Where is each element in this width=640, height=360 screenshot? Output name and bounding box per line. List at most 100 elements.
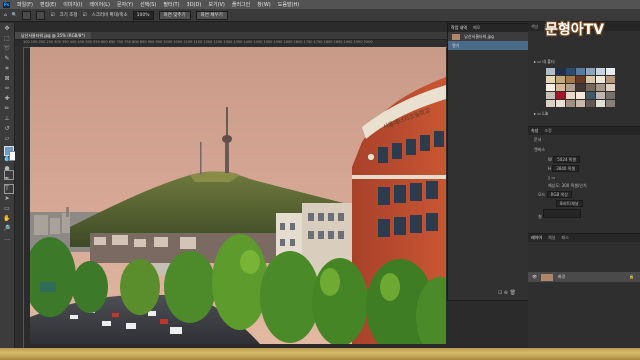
history-step-label: 열기 (452, 43, 460, 48)
tab-properties[interactable]: 속성 (531, 127, 538, 135)
move-tool-icon[interactable]: ✥ (3, 25, 11, 33)
bottom-gold-bar (0, 348, 640, 360)
swatch-folder[interactable]: ▸ ▭ 내 폴더 (528, 57, 640, 67)
marquee-tool-icon[interactable]: ⬚ (3, 35, 11, 43)
new-snapshot-icon[interactable]: ⊡ (498, 290, 502, 296)
menu-help[interactable]: 도움말(H) (278, 1, 299, 8)
canvas-width: W 5024 픽셀 (528, 155, 640, 164)
new-document-icon[interactable]: ⊕ (504, 290, 508, 296)
home-icon[interactable]: ⌂ (4, 13, 7, 18)
menu-bar: Ps 파일(F) 편집(E) 이미지(I) 레이어(L) 문자(Y) 선택(S)… (0, 0, 640, 9)
hand-tool-icon[interactable]: ✋ (3, 215, 11, 223)
swatch-library[interactable]: ▸ ▭ Lib (528, 109, 640, 118)
menu-view[interactable]: 보기(V) (208, 1, 225, 8)
mode-row: 모드 RGB 색상 (528, 190, 640, 199)
canvas-width-field[interactable]: 5024 픽셀 (553, 156, 581, 163)
fit-screen-button[interactable]: 화면 맞추기 (158, 10, 191, 20)
scrubby-zoom-checkbox[interactable]: ☑ (83, 13, 87, 18)
screen-mode-icon[interactable] (4, 184, 14, 194)
menu-image[interactable]: 이미지(I) (63, 1, 82, 8)
history-actions: ⊡ ⊕ 🗑 (498, 290, 516, 296)
brush-tool-icon[interactable]: ✏ (3, 105, 11, 113)
swatch-grid (528, 67, 640, 109)
landscape-icon[interactable]: ▭ (551, 175, 555, 180)
history-panel: 작업 내역 메모 남산서울타워.jpg 열기 ⊡ ⊕ 🗑 (447, 23, 529, 301)
path-selection-tool-icon[interactable]: ➤ (3, 195, 11, 203)
tab-channels[interactable]: 채널 (548, 234, 555, 242)
mode-label: 모드 (538, 192, 546, 197)
resize-windows-checkbox[interactable]: ☑ (50, 13, 54, 18)
menu-3d[interactable]: 3D(D) (187, 2, 202, 8)
portrait-icon[interactable]: ▯ (548, 175, 550, 180)
fill-select[interactable] (542, 209, 581, 218)
tab-paths[interactable]: 패스 (561, 234, 568, 242)
snapshot-label: 남산서울타워.jpg (464, 34, 494, 39)
vertical-ruler[interactable] (15, 47, 24, 348)
document-canvas[interactable]: 서울에너지초등학교 (30, 47, 446, 344)
menu-file[interactable]: 파일(F) (17, 1, 33, 8)
history-brush-tool-icon[interactable]: ↺ (3, 125, 11, 133)
history-step-row[interactable]: 열기 (448, 41, 528, 50)
tab-adjustments[interactable]: 조정 (544, 127, 551, 135)
menu-edit[interactable]: 편집(E) (40, 1, 56, 8)
layer-name: 배경 (557, 274, 566, 279)
layers-tabs: 레이어 채널 패스 (528, 233, 640, 242)
quick-select-tool-icon[interactable]: ✎ (3, 55, 11, 63)
zoom-value-field[interactable]: 100% (132, 10, 154, 20)
eyedropper-tool-icon[interactable]: ✑ (3, 85, 11, 93)
crop-tool-icon[interactable]: ⌗ (3, 65, 11, 73)
menu-select[interactable]: 선택(S) (140, 1, 156, 8)
right-panel-dock: 색상 견본 그레이디언트 패턴 ▸ ▭ 내 폴더 ▸ ▭ Lib 속성 조정 문… (528, 23, 640, 348)
menu-plugins[interactable]: 플러그인 (232, 1, 250, 8)
layer-row-background[interactable]: 👁 배경 🔒 (528, 272, 640, 282)
lasso-tool-icon[interactable]: ➰ (3, 45, 11, 53)
channel-watermark: 문형아TV (545, 22, 605, 38)
eye-icon[interactable]: 👁 (532, 274, 537, 279)
namsan-tower-photo: 서울에너지초등학교 (30, 47, 446, 344)
zoom-tool-side-icon[interactable]: 🔎 (3, 225, 11, 233)
photoshop-logo-icon[interactable]: Ps (3, 1, 10, 8)
zoom-in-icon[interactable] (22, 10, 32, 20)
zoom-tool-icon[interactable]: 🔍 (12, 13, 18, 18)
swatch-panel-spacer (528, 118, 640, 126)
frame-tool-icon[interactable]: ⊠ (3, 75, 11, 83)
clone-stamp-tool-icon[interactable]: ⊥ (3, 115, 11, 123)
fill-row: 칠 (528, 208, 640, 221)
canvas-height: H 3840 픽셀 (528, 164, 640, 173)
orientation-buttons: ▯ ▭ (528, 173, 640, 182)
tab-layers[interactable]: 레이어 (531, 234, 542, 242)
menu-window[interactable]: 창(W) (257, 1, 270, 8)
document-tab-bar: 남산서울타워.jpg @ 25% (RGB/8*) (15, 32, 447, 40)
rectangle-tool-icon[interactable]: ▭ (3, 205, 11, 213)
document-tab[interactable]: 남산서울타워.jpg @ 25% (RGB/8*) (15, 32, 91, 39)
properties-spacer (528, 221, 640, 233)
mode-select[interactable]: RGB 색상 (546, 191, 572, 198)
fill-screen-button[interactable]: 화면 채우기 (195, 10, 228, 20)
canvas-height-field[interactable]: 3840 픽셀 (552, 165, 580, 172)
menu-layer[interactable]: 레이어(L) (89, 1, 110, 8)
tab-notes[interactable]: 메모 (473, 24, 480, 32)
zoom-out-icon[interactable] (36, 10, 46, 20)
snapshot-thumbnail (452, 34, 460, 40)
menu-type[interactable]: 문자(Y) (117, 1, 133, 8)
tab-color[interactable]: 색상 (531, 23, 538, 31)
trash-icon[interactable]: 🗑 (510, 290, 516, 296)
swatch-folder-label: 내 폴더 (542, 59, 555, 64)
depth-row: 8비트/채널 (528, 199, 640, 208)
tab-history[interactable]: 작업 내역 (451, 24, 467, 32)
quick-mask-icon[interactable] (4, 170, 14, 180)
menu-filter[interactable]: 필터(T) (163, 1, 179, 8)
canvas-section-label: 캔버스 (534, 147, 546, 152)
more-tools-icon[interactable]: … (3, 235, 11, 243)
layer-thumbnail (541, 273, 554, 281)
healing-brush-tool-icon[interactable]: ✚ (3, 95, 11, 103)
depth-select[interactable]: 8비트/채널 (556, 200, 583, 207)
history-snapshot-row[interactable]: 남산서울타워.jpg (448, 32, 528, 41)
options-bar: ⌂ 🔍 ☑ 크기 조정 ☑ 스크러비 확대/축소 100% 화면 맞추기 화면 … (0, 9, 640, 22)
scrubby-zoom-label: 스크러비 확대/축소 (91, 13, 128, 18)
history-panel-tabs: 작업 내역 메모 (448, 24, 528, 32)
eraser-tool-icon[interactable]: ▱ (3, 135, 11, 143)
lock-icon[interactable]: 🔒 (629, 272, 634, 282)
resolution-readout: 해상도: 300 픽셀/인치 (548, 183, 587, 188)
layer-controls-area (528, 242, 640, 272)
